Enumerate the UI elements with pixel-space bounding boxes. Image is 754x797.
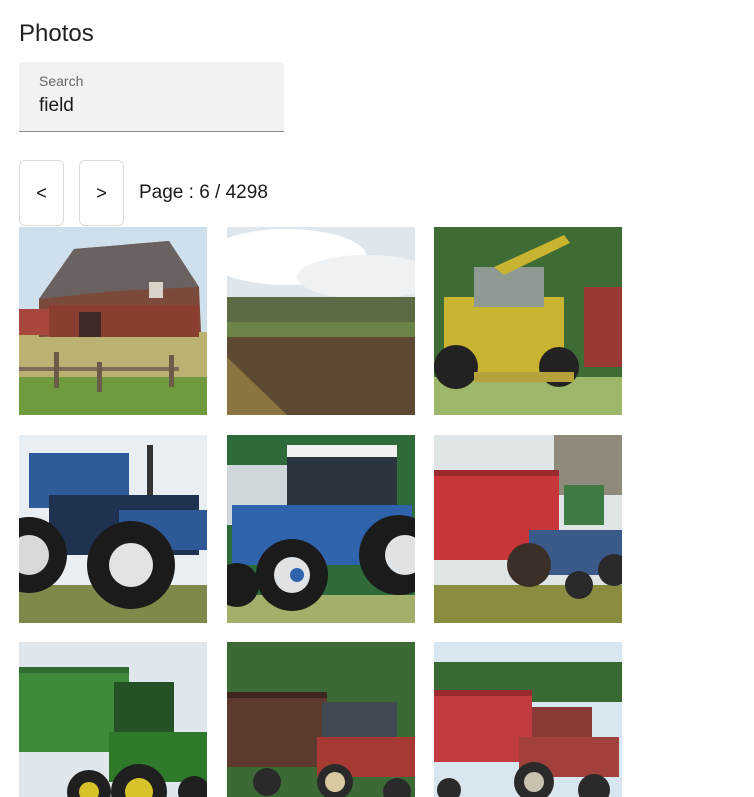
blue-tractor-photo-icon <box>19 435 207 623</box>
previous-page-button[interactable]: < <box>19 160 64 226</box>
page-indicator: Page : 6 / 4298 <box>139 182 268 203</box>
next-page-button[interactable]: > <box>79 160 124 226</box>
photo-thumbnail-ford-tractor[interactable] <box>227 435 415 623</box>
photo-thumbnail-trailer-blue-tractor[interactable] <box>434 435 622 623</box>
red-trailer-red-tractor-photo-icon <box>434 642 622 797</box>
search-input[interactable] <box>39 95 269 117</box>
photo-thumbnail-red-trailer[interactable] <box>434 642 622 797</box>
photo-thumbnail-harvester[interactable] <box>434 227 622 415</box>
red-tractor-trailer-photo-icon <box>227 642 415 797</box>
search-label: Search <box>39 73 84 89</box>
red-trailer-blue-tractor-photo-icon <box>434 435 622 623</box>
photo-thumbnail-blue-tractor[interactable] <box>19 435 207 623</box>
photo-grid <box>19 227 623 797</box>
photo-thumbnail-red-tractor[interactable] <box>227 642 415 797</box>
search-field[interactable]: Search <box>19 62 284 132</box>
photo-thumbnail-green-tractor[interactable] <box>19 642 207 797</box>
yellow-harvester-photo-icon <box>434 227 622 415</box>
barn-photo-icon <box>19 227 207 415</box>
blue-ford-tractor-photo-icon <box>227 435 415 623</box>
photo-thumbnail-barn[interactable] <box>19 227 207 415</box>
page-title: Photos <box>19 20 94 47</box>
photo-thumbnail-field[interactable] <box>227 227 415 415</box>
field-landscape-photo-icon <box>227 227 415 415</box>
green-tractor-trailer-photo-icon <box>19 642 207 797</box>
